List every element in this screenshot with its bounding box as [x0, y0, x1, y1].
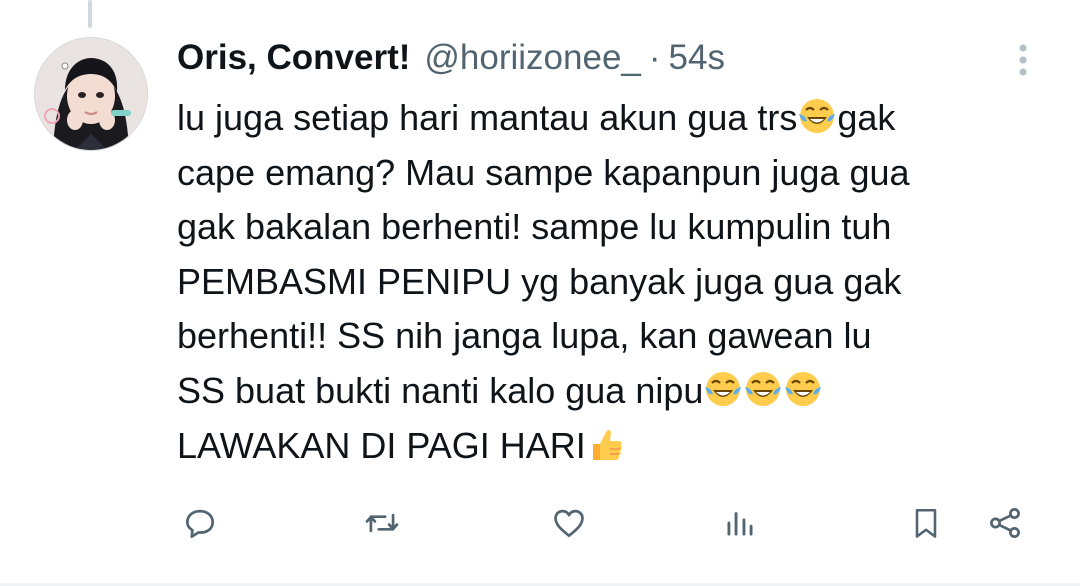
tweet-text-part-1: lu juga setiap hari mantau akun gua trs [177, 97, 798, 138]
like-button[interactable] [546, 495, 592, 551]
reply-button[interactable] [176, 495, 224, 551]
display-name[interactable]: Oris, Convert! [177, 38, 410, 78]
retweet-icon [365, 513, 399, 533]
user-handle[interactable]: @horiizonee_ [424, 38, 641, 78]
share-button[interactable] [982, 495, 1028, 551]
tweet-text-part-3: LAWAKAN DI PAGI HARI [177, 424, 586, 466]
heart-icon [554, 509, 584, 538]
face-with-tears-of-joy-icon [799, 99, 836, 133]
tweet-text-part-2: gak cape emang? Mau sampe kapanpun juga … [177, 97, 910, 411]
thread-connector-line [88, 0, 92, 28]
views-button[interactable] [718, 495, 762, 551]
retweet-button[interactable] [356, 495, 408, 551]
bookmark-button[interactable] [906, 495, 946, 551]
avatar-image [35, 38, 147, 150]
avatar[interactable] [34, 37, 148, 151]
reply-icon [185, 509, 215, 538]
share-icon [990, 508, 1020, 538]
tweet-text: lu juga setiap hari mantau akun gua trs g… [177, 91, 1057, 473]
tweet-action-bar [0, 495, 1080, 551]
header-separator: · [648, 38, 661, 77]
more-options-button[interactable] [1008, 40, 1038, 80]
bookmark-icon [915, 508, 937, 538]
thumbs-up-icon [592, 429, 622, 460]
timestamp[interactable]: 54s [669, 38, 725, 78]
views-icon [727, 512, 753, 536]
face-with-tears-of-joy-icon [745, 371, 782, 406]
tweet-header: Oris, Convert! @horiizonee_ · 54s [177, 36, 725, 80]
face-with-tears-of-joy-icon [785, 371, 822, 406]
face-with-tears-of-joy-icon [705, 371, 742, 406]
more-vertical-icon [1019, 44, 1027, 76]
